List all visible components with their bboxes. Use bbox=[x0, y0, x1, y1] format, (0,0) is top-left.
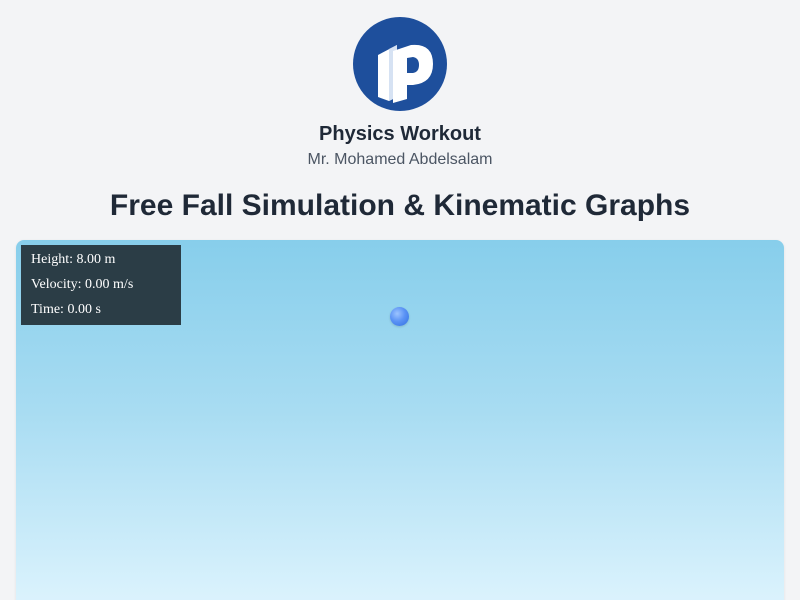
brand-title: Physics Workout bbox=[319, 123, 481, 145]
height-readout: Height: 8.00 m bbox=[31, 252, 116, 267]
page-title: Free Fall Simulation & Kinematic Graphs bbox=[109, 189, 691, 222]
simulation-canvas[interactable]: Height: 8.00 m Velocity: 0.00 m/s Time: … bbox=[16, 240, 784, 600]
velocity-readout: Velocity: 0.00 m/s bbox=[31, 277, 134, 292]
readout-panel: Height: 8.00 m Velocity: 0.00 m/s Time: … bbox=[21, 245, 181, 325]
page: Physics Workout Mr. Mohamed Abdelsalam F… bbox=[0, 0, 800, 600]
physics-workout-logo-icon bbox=[353, 17, 447, 111]
time-readout: Time: 0.00 s bbox=[31, 302, 101, 317]
falling-ball[interactable] bbox=[390, 307, 409, 326]
brand-subtitle: Mr. Mohamed Abdelsalam bbox=[307, 151, 493, 168]
